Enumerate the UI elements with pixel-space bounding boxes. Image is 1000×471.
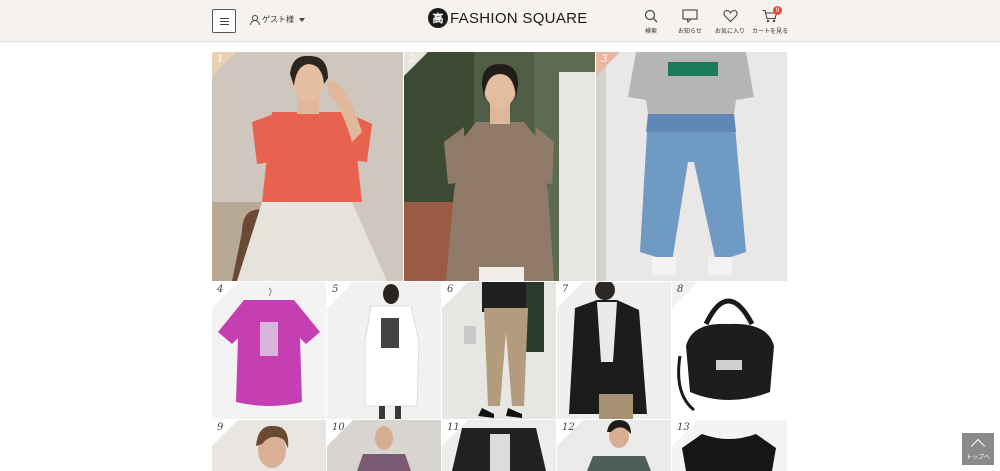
menu-button[interactable] <box>212 9 236 33</box>
caret-down-icon <box>299 17 305 22</box>
rank-number: 1 <box>217 54 224 65</box>
chevron-up-icon <box>970 438 986 454</box>
ranking-item-6[interactable]: 6 <box>442 282 556 419</box>
site-header: ゲスト様 高 FASHION SQUARE 検索 お知らせ お気に入り 0 カー… <box>0 0 1000 42</box>
rank-number: 2 <box>409 54 416 65</box>
search-icon <box>644 9 658 23</box>
ranking-item-13[interactable]: 13 <box>672 420 787 471</box>
rank-number: 9 <box>217 422 224 433</box>
rank-number: 7 <box>562 284 569 295</box>
rank-badge <box>212 282 238 308</box>
rank-number: 6 <box>447 284 454 295</box>
notifications-button[interactable]: お知らせ <box>676 9 704 35</box>
favorites-label: お気に入り <box>714 28 745 35</box>
rank-badge <box>672 282 698 308</box>
ranking-item-8[interactable]: 8 <box>672 282 787 419</box>
cart-count-badge: 0 <box>773 6 782 15</box>
product-image <box>596 52 787 281</box>
favorites-button[interactable]: お気に入り <box>714 9 746 35</box>
search-button[interactable]: 検索 <box>640 9 662 35</box>
rank-badge <box>596 52 620 76</box>
rank-badge <box>327 282 353 308</box>
logo-mark: 高 <box>428 8 448 28</box>
rank-number: 5 <box>332 284 339 295</box>
rank-number: 10 <box>332 422 345 433</box>
ranking-item-12[interactable]: 12 <box>557 420 671 471</box>
site-logo[interactable]: 高 FASHION SQUARE <box>428 8 588 28</box>
rank-badge <box>442 282 468 308</box>
ranking-item-11[interactable]: 11 <box>442 420 556 471</box>
ranking-item-3[interactable]: 3 <box>596 52 787 281</box>
rank-number: 13 <box>677 422 690 433</box>
ranking-item-9[interactable]: 9 <box>212 420 326 471</box>
product-image <box>404 52 595 281</box>
rank-number: 8 <box>677 284 684 295</box>
ranking-item-7[interactable]: 7 <box>557 282 671 419</box>
user-icon <box>250 14 260 25</box>
rank-badge <box>212 420 238 446</box>
cart-button[interactable]: 0 カートを見る <box>752 6 789 35</box>
rank-number: 3 <box>601 54 608 65</box>
ranking-item-1[interactable]: 1 <box>212 52 403 281</box>
search-label: 検索 <box>644 28 657 35</box>
rank-badge <box>557 282 583 308</box>
rank-badge <box>212 52 236 76</box>
guest-account-menu[interactable]: ゲスト様 <box>250 14 305 25</box>
rank-number: 12 <box>562 422 575 433</box>
rank-number: 4 <box>217 284 224 295</box>
ranking-item-10[interactable]: 10 <box>327 420 441 471</box>
cart-label: カートを見る <box>752 28 789 35</box>
guest-label: ゲスト様 <box>262 15 294 24</box>
back-to-top-label: トップへ <box>965 454 990 461</box>
notifications-label: お知らせ <box>678 28 702 35</box>
logo-text: FASHION SQUARE <box>450 9 588 27</box>
ranking-item-5[interactable]: 5 <box>327 282 441 419</box>
rank-number: 11 <box>447 422 460 433</box>
message-icon <box>682 9 698 23</box>
back-to-top-button[interactable]: トップへ <box>962 433 994 465</box>
ranking-item-2[interactable]: 2 <box>404 52 595 281</box>
rank-badge <box>404 52 428 76</box>
hamburger-icon <box>219 17 229 25</box>
product-image <box>212 52 403 281</box>
ranking-item-4[interactable]: 4 <box>212 282 326 419</box>
heart-icon <box>722 9 738 23</box>
